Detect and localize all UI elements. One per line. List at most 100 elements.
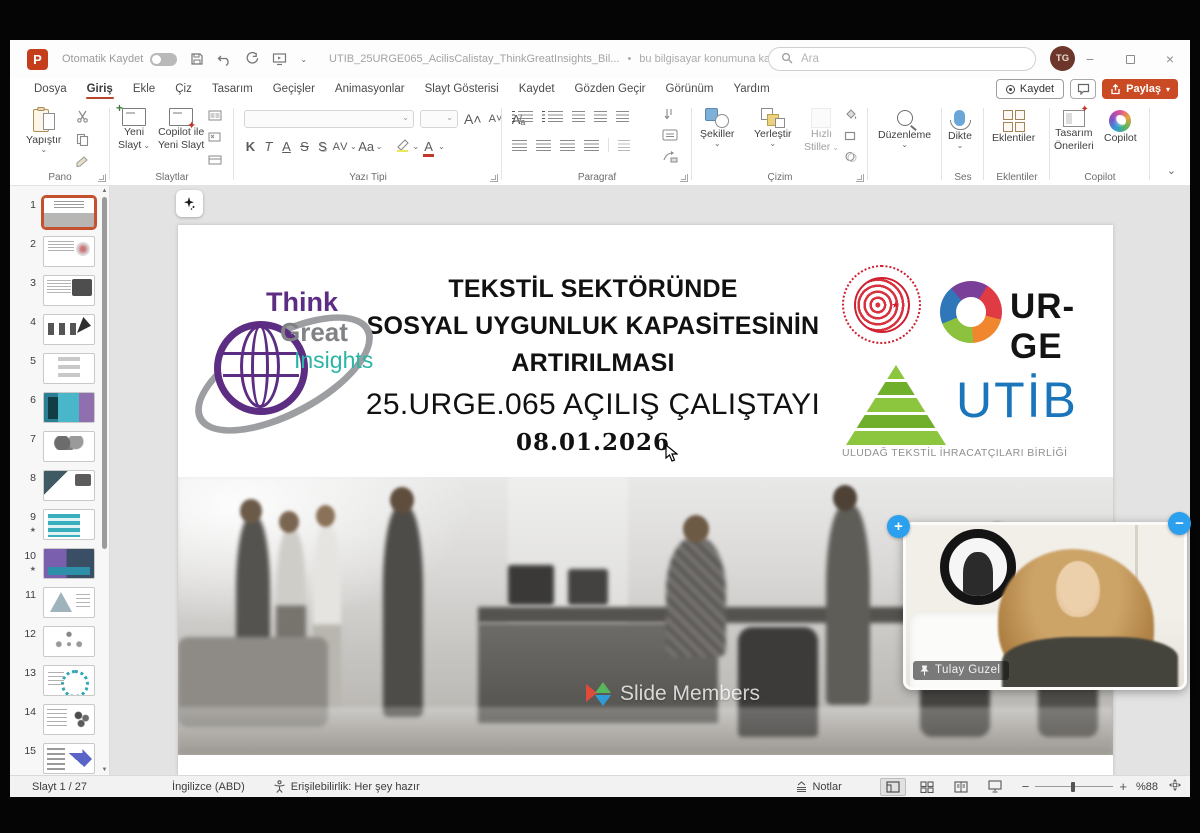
thumbnail-preview[interactable] (43, 275, 95, 306)
strikethrough-button[interactable]: S (296, 139, 313, 154)
drawing-dialog-launcher[interactable] (856, 174, 864, 182)
quick-access-more-icon[interactable] (300, 57, 307, 62)
justify-icon[interactable] (584, 139, 599, 151)
editing-button[interactable]: Düzenleme (878, 110, 931, 147)
thumbnail-preview[interactable] (43, 509, 95, 540)
slide-thumbnail-14[interactable]: 14 (10, 704, 109, 736)
comments-button[interactable] (1070, 79, 1097, 99)
thumbnail-preview[interactable] (43, 587, 95, 618)
tab-yardım[interactable]: Yardım (723, 80, 779, 100)
quick-styles-button[interactable]: Hızlı Stiller (804, 108, 839, 154)
section-icon[interactable] (208, 154, 224, 168)
tab-tasarım[interactable]: Tasarım (202, 80, 263, 100)
slide-thumbnail-2[interactable]: 2 (10, 236, 109, 268)
zoom-in-button[interactable]: + (1119, 779, 1127, 794)
slide-thumbnail-10[interactable]: 10 ★ (10, 548, 109, 580)
zoom-level[interactable]: %88 (1136, 781, 1158, 793)
tab-geçişler[interactable]: Geçişler (263, 80, 325, 100)
powerpoint-logo-icon[interactable]: P (27, 48, 48, 70)
thumbnail-preview[interactable] (43, 548, 95, 579)
shapes-button[interactable]: Şekiller (700, 108, 734, 146)
tab-ekle[interactable]: Ekle (123, 80, 165, 100)
shape-outline-icon[interactable] (844, 130, 858, 144)
video-zoom-out-button[interactable]: − (1168, 512, 1191, 535)
slideshow-view-button[interactable] (982, 778, 1008, 796)
thumbnail-preview[interactable] (43, 743, 95, 774)
copilot-new-slide-button[interactable]: ✦ Copilot ile Yeni Slayt (158, 108, 204, 152)
redo-icon[interactable] (245, 52, 259, 66)
columns-icon[interactable] (618, 139, 630, 151)
slide-indicator[interactable]: Slayt 1 / 27 (32, 781, 87, 793)
designer-sparkle-button[interactable] (176, 190, 203, 217)
slide-thumbnail-15[interactable]: 15 (10, 743, 109, 775)
tab-gözden-geçir[interactable]: Gözden Geçir (565, 80, 656, 100)
arrange-button[interactable]: Yerleştir (754, 108, 792, 146)
notes-button[interactable]: Notlar (795, 781, 842, 793)
new-slide-button[interactable]: Yeni Slayt (116, 101, 150, 152)
character-spacing-button[interactable]: AV (332, 141, 349, 153)
text-shadow-button[interactable]: S (314, 139, 331, 154)
paragraph-dialog-launcher[interactable] (680, 174, 688, 182)
video-zoom-in-button[interactable]: + (887, 515, 910, 538)
thumbnail-preview[interactable] (43, 665, 95, 696)
smartart-convert-icon[interactable] (662, 150, 678, 166)
slide-thumbnail-1[interactable]: 1 (10, 195, 109, 230)
font-name-select[interactable] (244, 110, 414, 128)
slide-thumbnail-9[interactable]: 9 ★ (10, 509, 109, 541)
thumbnail-preview[interactable] (43, 392, 95, 423)
decrease-indent-icon[interactable] (572, 111, 585, 122)
thumbnail-preview[interactable] (43, 626, 95, 657)
font-color-button[interactable]: A (420, 139, 437, 157)
zoom-slider-thumb[interactable] (1071, 781, 1076, 792)
share-button[interactable]: Paylaş ▾ (1102, 79, 1178, 99)
autosave-toggle[interactable] (150, 52, 178, 66)
scroll-down-icon[interactable]: ▼ (101, 767, 108, 773)
tab-slayt-gösterisi[interactable]: Slayt Gösterisi (415, 80, 509, 100)
dictate-button[interactable]: Dikte (948, 110, 972, 148)
ribbon-collapse-icon[interactable]: ⌄ (1167, 164, 1176, 177)
highlight-color-button[interactable] (394, 138, 411, 155)
slide-title-block[interactable]: TEKSTİL SEKTÖRÜNDE SOSYAL UYGUNLUK KAPAS… (358, 271, 828, 456)
tab-animasyonlar[interactable]: Animasyonlar (325, 80, 415, 100)
align-right-icon[interactable] (560, 139, 575, 151)
thumbnail-preview[interactable] (41, 195, 97, 230)
close-button[interactable]: × (1150, 40, 1190, 78)
undo-icon[interactable] (217, 53, 232, 66)
slide-thumbnail-12[interactable]: 12 (10, 626, 109, 658)
slide-thumbnail-5[interactable]: 5 (10, 353, 109, 385)
clipboard-dialog-launcher[interactable] (98, 174, 106, 182)
reset-slide-icon[interactable] (208, 132, 224, 146)
tab-kaydet[interactable]: Kaydet (509, 80, 565, 100)
thumbnail-preview[interactable] (43, 236, 95, 267)
save-icon[interactable] (190, 52, 204, 66)
grow-font-button[interactable]: A˄ (464, 111, 482, 127)
copy-icon[interactable] (76, 133, 90, 149)
record-save-button[interactable]: Kaydet (995, 79, 1065, 99)
minimize-button[interactable]: − (1070, 40, 1110, 78)
slide-thumbnail-4[interactable]: 4 (10, 314, 109, 346)
slide-layout-icon[interactable] (208, 110, 224, 124)
underline-button[interactable]: A (278, 139, 295, 154)
align-left-icon[interactable] (512, 139, 527, 151)
slide-thumbnail-7[interactable]: 7 (10, 431, 109, 463)
slide-sorter-view-button[interactable] (914, 778, 940, 796)
addins-button[interactable]: Eklentiler (992, 110, 1035, 145)
start-presentation-icon[interactable] (272, 52, 287, 66)
design-ideas-button[interactable]: ✦ Tasarım Önerileri (1054, 104, 1094, 153)
align-text-icon[interactable] (662, 129, 678, 144)
search-input[interactable]: Ara (768, 47, 1036, 71)
numbering-icon[interactable] (542, 111, 563, 122)
zoom-slider[interactable] (1035, 781, 1114, 792)
slide-editing-surface[interactable]: TEKSTİL SEKTÖRÜNDE SOSYAL UYGUNLUK KAPAS… (177, 225, 1113, 775)
align-center-icon[interactable] (536, 139, 551, 151)
thumbnail-preview[interactable] (43, 704, 95, 735)
slide-thumbnail-3[interactable]: 3 (10, 275, 109, 307)
change-case-button[interactable]: Aa (358, 139, 375, 154)
fit-to-window-button[interactable] (1168, 778, 1182, 795)
increase-indent-icon[interactable] (594, 111, 607, 122)
cut-icon[interactable] (76, 110, 90, 126)
line-spacing-icon[interactable] (616, 111, 629, 122)
shape-effects-icon[interactable] (844, 151, 858, 165)
tab-giriş[interactable]: Giriş (77, 80, 123, 100)
thumbnail-preview[interactable] (43, 431, 95, 462)
